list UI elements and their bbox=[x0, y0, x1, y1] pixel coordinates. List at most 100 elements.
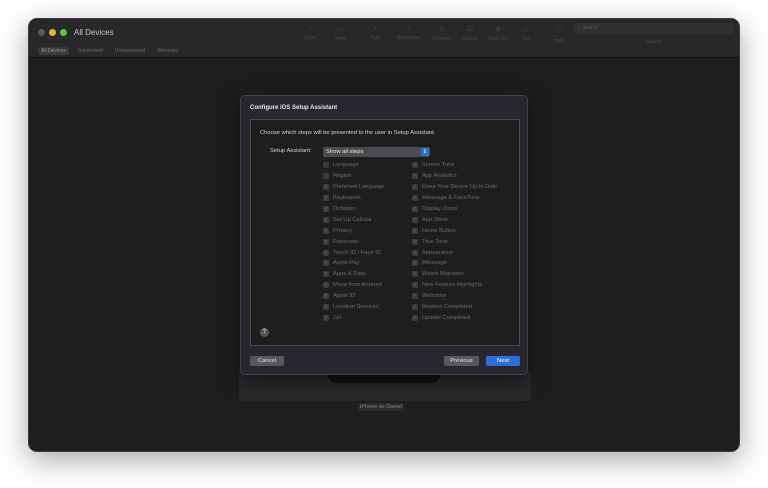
step-checkbox[interactable]: ✓ Touch ID / Face ID bbox=[323, 247, 385, 258]
next-button[interactable]: Next bbox=[486, 356, 520, 366]
setup-assistant-label: Setup Assistant: bbox=[270, 148, 312, 154]
step-label: iMessage bbox=[422, 260, 447, 267]
step-checkbox[interactable]: ✓ iMessage bbox=[412, 258, 497, 269]
step-checkbox[interactable]: ✓ Welcome bbox=[412, 291, 497, 302]
checkmark-icon: ✓ bbox=[323, 304, 329, 311]
search-input[interactable]: ⌕ Search bbox=[574, 23, 734, 34]
toolbar-label: Tag bbox=[521, 36, 531, 42]
popup-value: Show all steps bbox=[326, 148, 364, 155]
step-checkbox[interactable]: ✓ Keyboards bbox=[323, 193, 385, 204]
step-checkbox[interactable]: ✓ Home Button bbox=[412, 225, 497, 236]
step-checkbox[interactable]: ✓ Appearance bbox=[412, 247, 497, 258]
step-label: Touch ID / Face ID bbox=[333, 249, 382, 256]
checkmark-icon: ✓ bbox=[412, 195, 418, 202]
minimize-button[interactable] bbox=[49, 29, 56, 36]
close-button[interactable] bbox=[38, 29, 45, 36]
step-checkbox[interactable]: ✓ Privacy bbox=[323, 225, 385, 236]
step-checkbox[interactable]: ✓ Screen Time bbox=[412, 160, 497, 171]
toolbar-label: Prepare bbox=[433, 36, 451, 42]
step-checkbox[interactable]: ✓ Move from Android bbox=[323, 280, 385, 291]
step-checkbox[interactable]: ✓ iMessage & FaceTime bbox=[412, 193, 497, 204]
search-placeholder: Search bbox=[582, 25, 599, 31]
tab-recovery[interactable]: Recovery bbox=[154, 47, 181, 55]
tab-all-devices[interactable]: All Devices bbox=[38, 47, 69, 55]
step-label: Keep Your Device Up to Date bbox=[422, 184, 498, 191]
help-button[interactable]: ? bbox=[260, 328, 269, 337]
step-checkbox[interactable]: ✓ Set Up Cellular bbox=[323, 214, 385, 225]
step-label: Apple ID bbox=[333, 293, 356, 300]
previous-button[interactable]: Previous bbox=[444, 356, 479, 366]
dialog-title: Configure iOS Setup Assistant bbox=[250, 105, 338, 111]
checkmark-icon: ✓ bbox=[412, 216, 418, 223]
step-label: Appearance bbox=[422, 249, 454, 256]
step-checkbox[interactable]: ✓ Passcode bbox=[323, 236, 385, 247]
step-checkbox[interactable]: ✓ Preferred Language bbox=[323, 182, 385, 193]
toolbar-help[interactable]: ⓘ Help bbox=[539, 25, 579, 44]
step-checkbox[interactable]: ✓ True Tone bbox=[412, 236, 497, 247]
step-checkbox[interactable]: ✓ Keep Your Device Up to Date bbox=[412, 182, 497, 193]
filter-tabs: All Devices Supervised Unsupervised Recover… bbox=[38, 47, 187, 55]
step-checkbox[interactable]: Language bbox=[323, 160, 385, 171]
checkbox-empty bbox=[323, 162, 329, 169]
step-label: Home Button bbox=[422, 227, 456, 234]
tab-supervised[interactable]: Supervised bbox=[75, 47, 106, 55]
step-label: New Feature Highlights bbox=[422, 282, 483, 289]
step-label: Apps & Data bbox=[333, 271, 366, 278]
checkbox-empty bbox=[323, 173, 329, 180]
checkmark-icon: ✓ bbox=[412, 206, 418, 212]
checkmark-icon: ✓ bbox=[323, 238, 329, 245]
step-label: Display Zoom bbox=[422, 206, 458, 212]
step-checkbox[interactable]: ✓ Apple Pay bbox=[323, 258, 385, 269]
step-checkbox[interactable]: ✓ App Analytics bbox=[412, 171, 497, 182]
step-checkbox[interactable]: ✓ Apple ID bbox=[323, 291, 385, 302]
checkmark-icon: ✓ bbox=[323, 195, 329, 202]
step-checkbox[interactable]: ✓ Display Zoom bbox=[412, 204, 497, 215]
checkmark-icon: ✓ bbox=[412, 238, 418, 245]
chevron-updown-icon: ⇕ bbox=[421, 148, 429, 156]
tab-unsupervised[interactable]: Unsupervised bbox=[112, 47, 149, 55]
setup-assistant-popup[interactable]: Show all steps ⇕ bbox=[323, 147, 430, 157]
left-steps: Language Region ✓ Preferred Language ✓ Keyboa… bbox=[323, 160, 385, 323]
device-name[interactable]: iPhone de Daniel bbox=[358, 403, 404, 411]
step-label: Region bbox=[333, 173, 352, 180]
checkmark-icon: ✓ bbox=[412, 184, 418, 191]
checkmark-icon: ✓ bbox=[412, 282, 418, 289]
step-checkbox[interactable]: ✓ Restore Completed bbox=[412, 302, 497, 313]
step-checkbox[interactable]: ✓ App Store bbox=[412, 214, 497, 225]
step-checkbox[interactable]: ✓ Siri bbox=[323, 312, 385, 323]
step-label: Welcome bbox=[422, 293, 447, 300]
toolbar-label: Back Up bbox=[488, 36, 508, 42]
checkmark-icon: ✓ bbox=[323, 293, 329, 300]
step-checkbox[interactable]: ✓ Update Completed bbox=[412, 312, 497, 323]
step-label: Preferred Language bbox=[333, 184, 385, 191]
toolbar-label: Add bbox=[370, 35, 380, 41]
step-checkbox[interactable]: ✓ Dictation bbox=[323, 204, 385, 215]
step-checkbox[interactable]: ✓ New Feature Highlights bbox=[412, 280, 497, 291]
search-label: Search bbox=[646, 39, 662, 45]
step-label: App Store bbox=[422, 216, 448, 223]
checkmark-icon: ✓ bbox=[412, 304, 418, 311]
zoom-button[interactable] bbox=[60, 29, 67, 36]
step-label: Set Up Cellular bbox=[333, 216, 372, 223]
phone-image bbox=[328, 374, 440, 383]
step-checkbox[interactable]: ✓ Watch Migration bbox=[412, 269, 497, 280]
toolbar-label: View bbox=[334, 36, 346, 42]
step-label: App Analytics bbox=[422, 173, 457, 180]
checkmark-icon: ✓ bbox=[412, 249, 418, 256]
window-title: All Devices bbox=[74, 28, 114, 37]
checkmark-icon: ✓ bbox=[323, 271, 329, 278]
cancel-button[interactable]: Cancel bbox=[250, 356, 284, 366]
right-steps: ✓ Screen Time ✓ App Analytics ✓ Keep Your Dev… bbox=[412, 160, 497, 323]
step-checkbox[interactable]: Region bbox=[323, 171, 385, 182]
toolbar-view[interactable]: ▭ View bbox=[320, 25, 360, 42]
checkmark-icon: ✓ bbox=[323, 249, 329, 256]
checkmark-icon: ✓ bbox=[323, 216, 329, 223]
step-checkbox[interactable]: ✓ Apps & Data bbox=[323, 269, 385, 280]
step-checkbox[interactable]: ✓ Location Services bbox=[323, 302, 385, 313]
checkmark-icon: ✓ bbox=[412, 271, 418, 278]
step-label: True Tone bbox=[422, 238, 448, 245]
step-label: Apple Pay bbox=[333, 260, 360, 267]
step-label: Restore Completed bbox=[422, 304, 472, 311]
step-label: Siri bbox=[333, 314, 342, 321]
checkmark-icon: ✓ bbox=[412, 162, 418, 169]
